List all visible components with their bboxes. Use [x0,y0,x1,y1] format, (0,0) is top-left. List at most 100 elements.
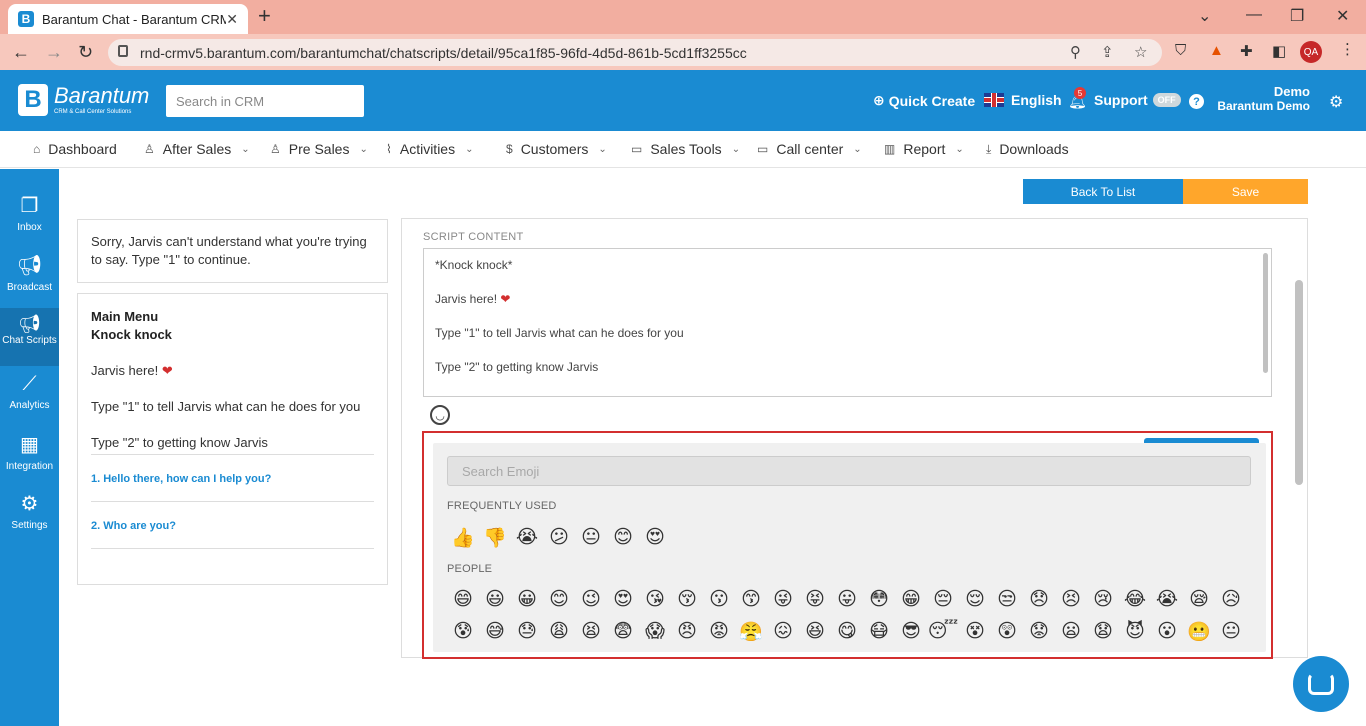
sidepanel-icon[interactable]: ◧ [1272,42,1286,60]
zoom-icon[interactable]: ⚲ [1070,43,1081,61]
sidebar-item-chat-scripts[interactable]: 📢︎ Chat Scripts [0,308,59,366]
emoji-option[interactable]: 😊 [543,583,575,615]
emoji-option[interactable]: 😎 [895,615,927,647]
sidebar-item-analytics[interactable]: ⟋ Analytics [0,373,59,411]
emoji-option[interactable]: 😳 [863,583,895,615]
menu-item-report[interactable]: ▥ Report ⌄ [884,141,964,157]
shield-extension-icon[interactable]: ⛉ [1175,42,1186,59]
emoji-option[interactable]: 😫 [575,615,607,647]
emoji-option[interactable]: 😨 [607,615,639,647]
emoji-option[interactable]: 😮 [1151,615,1183,647]
url-field[interactable]: rnd-crmv5.barantum.com/barantumchat/chat… [108,39,1162,66]
menu-item-pre-sales[interactable]: ♙ Pre Sales ⌄ [270,141,368,157]
user-menu[interactable]: Demo Barantum Demo [1217,85,1310,114]
chevron-down-icon[interactable]: ⌄ [1198,6,1211,26]
emoji-option[interactable]: 😅 [479,615,511,647]
emoji-option[interactable]: 😕 [543,521,575,553]
emoji-option[interactable]: 😔 [927,583,959,615]
emoji-option[interactable]: 😆 [799,615,831,647]
emoji-option[interactable]: 😊 [607,521,639,553]
textarea-scrollbar[interactable] [1263,253,1268,373]
forward-icon[interactable]: → [45,42,63,62]
support-toggle[interactable]: Support OFF [1094,92,1181,108]
emoji-option[interactable]: 😪 [1183,583,1215,615]
emoji-option[interactable]: 😍 [639,521,671,553]
quick-create-button[interactable]: ⊕ Quick Create [873,92,975,109]
menu-option[interactable]: 2. Who are you? [91,501,374,549]
back-to-list-button[interactable]: Back To List [1023,179,1183,204]
bookmark-star-icon[interactable]: ☆ [1134,43,1147,61]
emoji-option[interactable]: 😛 [831,583,863,615]
emoji-option[interactable]: 😙 [735,583,767,615]
crm-search-input[interactable]: Search in CRM [166,85,364,117]
help-icon[interactable]: ? [1189,94,1204,109]
page-scrollbar[interactable] [1295,280,1303,485]
emoji-option[interactable]: 😱 [639,615,671,647]
emoji-option[interactable]: 😷 [863,615,895,647]
emoji-option[interactable]: 😰 [447,615,479,647]
emoji-option[interactable]: 😈 [1119,615,1151,647]
sidebar-item-broadcast[interactable]: 📢︎ Broadcast [0,253,59,293]
language-selector[interactable]: English [984,92,1062,108]
emoji-option[interactable]: 😜 [767,583,799,615]
emoji-option[interactable]: 😘 [639,583,671,615]
minimize-icon[interactable]: — [1246,6,1262,24]
emoji-option[interactable]: 👎 [479,521,511,553]
close-window-icon[interactable]: ✕ [1336,6,1349,26]
emoji-option[interactable]: 😧 [1087,615,1119,647]
emoji-option[interactable]: 😤 [735,615,767,647]
emoji-option[interactable]: 😦 [1055,615,1087,647]
emoji-option[interactable]: 😂 [1119,583,1151,615]
emoji-toggle-icon[interactable]: ◡ [430,405,450,425]
emoji-option[interactable]: 😡 [703,615,735,647]
profile-avatar[interactable]: QA [1300,41,1322,63]
emoji-option[interactable]: 😋 [831,615,863,647]
menu-item-activities[interactable]: ⌇ Activities ⌄ [386,141,473,157]
script-content-textarea[interactable]: *Knock knock* Jarvis here! ❤ Type "1" to… [423,248,1272,397]
menu-option[interactable]: 1. Hello there, how can I help you? [91,454,374,501]
puzzle-icon[interactable]: ✚ [1240,42,1253,60]
more-menu-icon[interactable]: ⋮ [1340,40,1355,58]
share-icon[interactable]: ⇪ [1101,43,1114,61]
extension-icon[interactable]: ▲ [1209,42,1224,59]
emoji-option[interactable]: 😞 [1023,583,1055,615]
emoji-option[interactable]: 😝 [799,583,831,615]
emoji-option[interactable]: 😢 [1087,583,1119,615]
emoji-option[interactable]: 😣 [1055,583,1087,615]
reload-icon[interactable]: ↻ [78,42,93,62]
sidebar-item-inbox[interactable]: ❐ Inbox [0,193,59,233]
emoji-option[interactable]: 😐 [575,521,607,553]
emoji-option[interactable]: 😍 [607,583,639,615]
gear-icon[interactable]: ⚙ [1329,92,1343,112]
sidebar-item-settings[interactable]: ⚙ Settings [0,491,59,531]
emoji-option[interactable]: 😗 [703,583,735,615]
emoji-option[interactable]: 😟 [1023,615,1055,647]
emoji-option[interactable]: 😭 [511,521,543,553]
close-tab-icon[interactable]: ✕ [226,11,238,28]
new-tab-icon[interactable]: + [258,5,271,27]
emoji-option[interactable]: 😁 [895,583,927,615]
emoji-option[interactable]: 😵 [959,615,991,647]
emoji-option[interactable]: 😌 [959,583,991,615]
emoji-option[interactable]: 😉 [575,583,607,615]
menu-item-sales-tools[interactable]: ▭ Sales Tools ⌄ [631,141,740,157]
emoji-option[interactable]: 😭 [1151,583,1183,615]
emoji-option[interactable]: 😄 [447,583,479,615]
emoji-search-input[interactable]: Search Emoji [447,456,1251,486]
emoji-option[interactable]: 😬 [1183,615,1215,647]
browser-tab[interactable]: B Barantum Chat - Barantum CRM ✕ [8,4,248,34]
back-icon[interactable]: ← [12,42,30,62]
emoji-option[interactable]: 😴 [927,615,959,647]
emoji-option[interactable]: 😠 [671,615,703,647]
menu-item-after-sales[interactable]: ♙ After Sales ⌄ [144,141,250,157]
menu-item-customers[interactable]: $ Customers ⌄ [506,141,607,157]
menu-item-call-center[interactable]: ▭ Call center ⌄ [757,141,862,157]
emoji-option[interactable]: 😩 [543,615,575,647]
emoji-option[interactable]: 😐 [1215,615,1247,647]
chat-launcher-button[interactable] [1293,656,1349,712]
emoji-option[interactable]: 😖 [767,615,799,647]
sidebar-item-integration[interactable]: ▦ Integration [0,432,59,472]
emoji-option[interactable]: 😥 [1215,583,1247,615]
restore-icon[interactable]: ❐ [1290,6,1304,26]
emoji-option[interactable]: 😓 [511,615,543,647]
